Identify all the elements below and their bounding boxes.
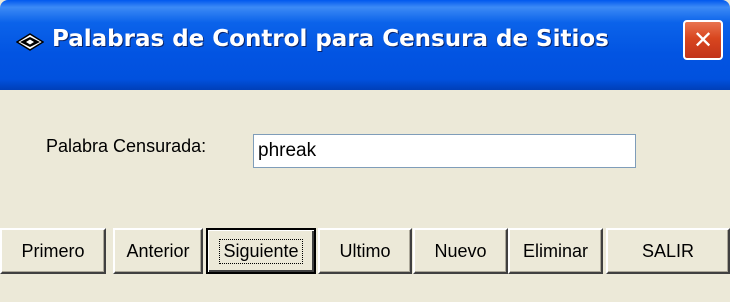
anterior-button[interactable]: Anterior <box>113 228 203 274</box>
siguiente-button[interactable]: Siguiente <box>206 228 316 274</box>
eliminar-button[interactable]: Eliminar <box>508 228 603 274</box>
close-button[interactable]: ✕ <box>683 20 723 60</box>
close-icon: ✕ <box>692 26 714 54</box>
palabra-censurada-input[interactable] <box>253 134 636 168</box>
app-diamond-icon <box>15 32 45 52</box>
palabra-censurada-label: Palabra Censurada: <box>46 136 207 156</box>
nuevo-button[interactable]: Nuevo <box>413 228 508 274</box>
ultimo-button[interactable]: Ultimo <box>318 228 412 274</box>
window-title: Palabras de Control para Censura de Siti… <box>52 26 609 52</box>
primero-button[interactable]: Primero <box>0 228 106 274</box>
title-bar[interactable]: Palabras de Control para Censura de Siti… <box>0 0 730 90</box>
app-window: Palabras de Control para Censura de Siti… <box>0 0 730 302</box>
salir-button[interactable]: SALIR <box>606 228 730 274</box>
